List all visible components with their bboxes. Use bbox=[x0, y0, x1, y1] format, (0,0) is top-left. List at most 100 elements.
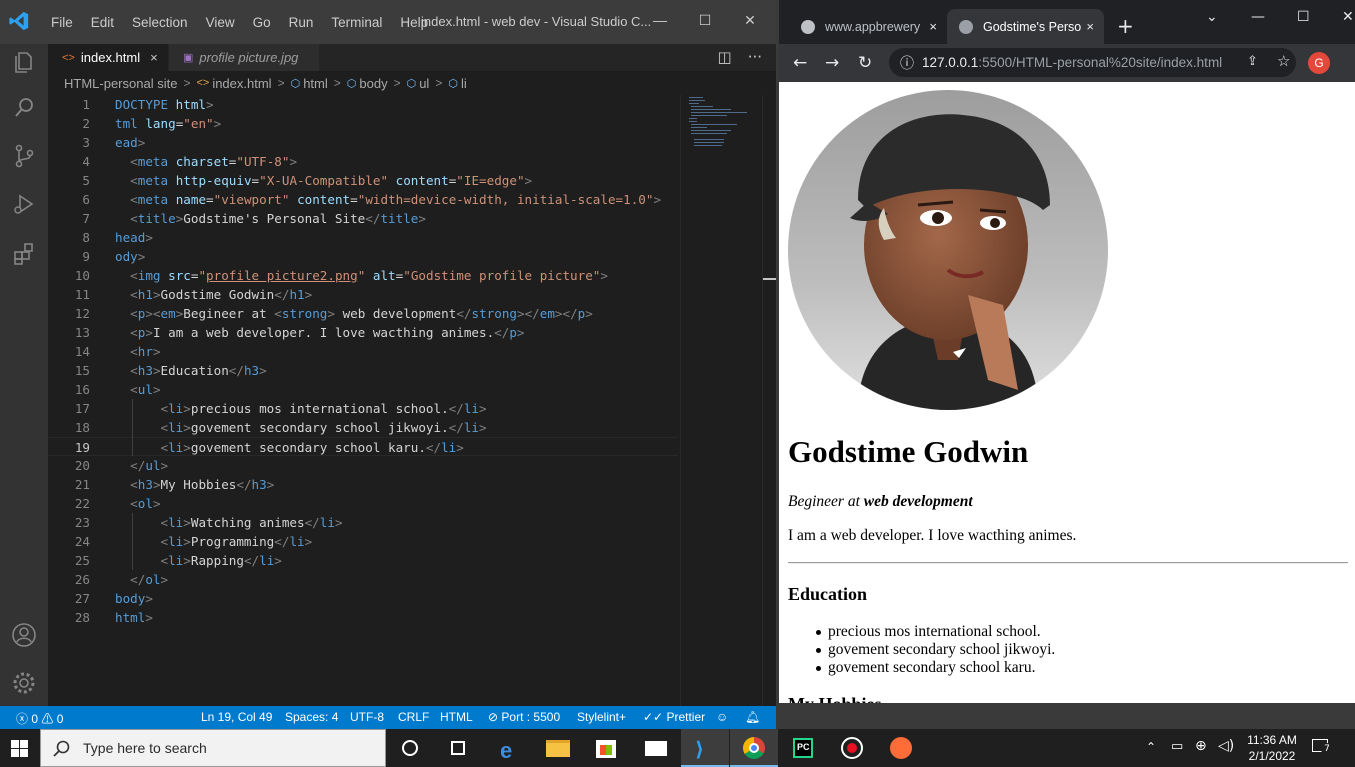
code-line[interactable]: 19 <li>govement secondary school karu.</… bbox=[48, 437, 678, 456]
battery-icon[interactable]: ▭ bbox=[1171, 739, 1183, 754]
cortana-icon[interactable] bbox=[386, 729, 434, 767]
network-globe-icon[interactable]: ⊕ bbox=[1195, 738, 1207, 754]
code-line[interactable]: 14 <hr> bbox=[48, 342, 678, 361]
code-line[interactable]: 9 ody> bbox=[48, 247, 678, 266]
code-line[interactable]: 11 <h1>Godstime Godwin</h1> bbox=[48, 285, 678, 304]
close-icon[interactable]: ✕ bbox=[742, 12, 758, 28]
menu-terminal[interactable]: Terminal bbox=[322, 15, 391, 30]
tab-close-icon[interactable]: × bbox=[150, 50, 158, 65]
taskbar-search-box[interactable]: Type here to search bbox=[40, 729, 386, 767]
tab-profile-picture[interactable]: ▣ profile picture.jpg bbox=[169, 44, 319, 71]
code-line[interactable]: 2 tml lang="en"> bbox=[48, 114, 678, 133]
code-line[interactable]: 18 <li>govement secondary school jikwoyi… bbox=[48, 418, 678, 437]
code-line[interactable]: 21 <h3>My Hobbies</h3> bbox=[48, 475, 678, 494]
volume-icon[interactable]: ◁) bbox=[1218, 738, 1234, 754]
back-arrow-icon[interactable]: ← bbox=[793, 53, 807, 73]
windows-start-icon[interactable] bbox=[11, 740, 28, 757]
record-icon[interactable] bbox=[828, 729, 876, 767]
code-line[interactable]: 25 <li>Rapping</li> bbox=[48, 551, 678, 570]
tab-search-chevron-icon[interactable]: ⌄ bbox=[1206, 9, 1218, 25]
prettier-status[interactable]: ✓✓ Prettier bbox=[643, 710, 705, 724]
code-line[interactable]: 15 <h3>Education</h3> bbox=[48, 361, 678, 380]
minimap[interactable] bbox=[680, 95, 762, 706]
code-editor[interactable]: 1 DOCTYPE html> 2 tml lang="en"> 3 ead> 4 <met… bbox=[48, 95, 678, 706]
run-debug-icon[interactable] bbox=[10, 190, 38, 218]
stylelint-status[interactable]: Stylelint+ bbox=[577, 710, 626, 724]
end-of-line[interactable]: CRLF bbox=[398, 710, 429, 724]
more-actions-icon[interactable]: ··· bbox=[748, 48, 762, 66]
menu-edit[interactable]: Edit bbox=[82, 15, 123, 30]
code-line[interactable]: 12 <p><em>Begineer at <strong> web devel… bbox=[48, 304, 678, 323]
menu-run[interactable]: Run bbox=[280, 15, 323, 30]
indentation[interactable]: Spaces: 4 bbox=[285, 710, 338, 724]
code-line[interactable]: 28 html> bbox=[48, 608, 678, 627]
file-explorer-icon[interactable] bbox=[534, 729, 582, 767]
menu-file[interactable]: File bbox=[42, 15, 82, 30]
code-line[interactable]: 17 <li>precious mos international school… bbox=[48, 399, 678, 418]
editor-scrollbar[interactable] bbox=[762, 95, 776, 706]
search-icon[interactable] bbox=[10, 94, 38, 122]
live-server-port[interactable]: ⊘ Port : 5500 bbox=[488, 710, 560, 724]
breadcrumb-html[interactable]: html bbox=[303, 76, 328, 91]
breadcrumb-ul[interactable]: ul bbox=[419, 76, 429, 91]
store-icon[interactable] bbox=[582, 729, 630, 767]
code-line[interactable]: 27 body> bbox=[48, 589, 678, 608]
share-icon[interactable]: ⇪ bbox=[1247, 53, 1258, 69]
menu-selection[interactable]: Selection bbox=[123, 15, 197, 30]
code-line[interactable]: 4 <meta charset="UTF-8"> bbox=[48, 152, 678, 171]
maximize-icon[interactable]: ☐ bbox=[1297, 9, 1310, 25]
close-icon[interactable]: ✕ bbox=[1342, 9, 1354, 25]
profile-avatar[interactable]: G bbox=[1308, 52, 1330, 74]
cursor-position[interactable]: Ln 19, Col 49 bbox=[201, 710, 272, 724]
split-editor-icon[interactable]: ◫ bbox=[718, 48, 732, 66]
extensions-icon[interactable] bbox=[10, 240, 38, 268]
browser-tab-appbrewery[interactable]: www.appbrewery × bbox=[787, 9, 947, 44]
code-line[interactable]: 20 </ul> bbox=[48, 456, 678, 475]
tab-index-html[interactable]: <> index.html × bbox=[48, 44, 168, 71]
chrome-taskbar-icon[interactable] bbox=[730, 729, 778, 767]
explorer-icon[interactable] bbox=[10, 48, 38, 76]
language-mode[interactable]: HTML bbox=[440, 710, 473, 724]
code-line[interactable]: 16 <ul> bbox=[48, 380, 678, 399]
menu-view[interactable]: View bbox=[197, 15, 244, 30]
chevron-up-icon[interactable]: ⌃ bbox=[1146, 740, 1156, 754]
source-control-icon[interactable] bbox=[10, 142, 38, 170]
bookmark-star-icon[interactable]: ☆ bbox=[1277, 52, 1290, 70]
code-line[interactable]: 24 <li>Programming</li> bbox=[48, 532, 678, 551]
vscode-taskbar-icon[interactable]: ⟩ bbox=[681, 729, 729, 767]
edge-icon[interactable]: e bbox=[486, 729, 534, 767]
new-tab-plus-icon[interactable]: + bbox=[1117, 14, 1134, 38]
breadcrumb-folder[interactable]: HTML-personal site bbox=[64, 76, 177, 91]
code-line[interactable]: 10 <img src="profile picture2.png" alt="… bbox=[48, 266, 678, 285]
maximize-icon[interactable]: ☐ bbox=[697, 12, 713, 28]
reload-icon[interactable]: ↻ bbox=[858, 53, 872, 73]
code-line[interactable]: 13 <p>I am a web developer. I love wacth… bbox=[48, 323, 678, 342]
menu-go[interactable]: Go bbox=[244, 15, 280, 30]
forward-arrow-icon[interactable]: → bbox=[825, 53, 839, 73]
breadcrumb-file[interactable]: index.html bbox=[212, 76, 271, 91]
problems-indicator[interactable]: ⓧ 0 ⚠ 0 bbox=[16, 710, 63, 727]
encoding[interactable]: UTF-8 bbox=[350, 710, 384, 724]
action-center-icon[interactable]: 7 bbox=[1310, 737, 1333, 757]
code-line[interactable]: 1 DOCTYPE html> bbox=[48, 95, 678, 114]
code-line[interactable]: 22 <ol> bbox=[48, 494, 678, 513]
minimize-icon[interactable]: — bbox=[652, 12, 668, 28]
feedback-icon[interactable]: ☺ bbox=[716, 710, 728, 724]
bell-icon[interactable]: 🔔︎ bbox=[745, 710, 760, 724]
postman-icon[interactable] bbox=[877, 729, 925, 767]
code-line[interactable]: 7 <title>Godstime's Personal Site</title… bbox=[48, 209, 678, 228]
browser-tab-active[interactable]: Godstime's Perso × bbox=[947, 9, 1104, 44]
code-line[interactable]: 26 </ol> bbox=[48, 570, 678, 589]
code-line[interactable]: 5 <meta http-equiv="X-UA-Compatible" con… bbox=[48, 171, 678, 190]
url-text[interactable]: 127.0.0.1:5500/HTML-personal%20site/inde… bbox=[922, 55, 1222, 70]
code-line[interactable]: 6 <meta name="viewport" content="width=d… bbox=[48, 190, 678, 209]
minimize-icon[interactable]: — bbox=[1251, 9, 1265, 25]
mail-icon[interactable] bbox=[632, 729, 680, 767]
code-line[interactable]: 3 ead> bbox=[48, 133, 678, 152]
account-icon[interactable] bbox=[10, 621, 38, 649]
taskbar-clock[interactable]: 11:36 AM 2/1/2022 bbox=[1237, 732, 1307, 764]
breadcrumb-li[interactable]: li bbox=[461, 76, 467, 91]
pycharm-icon[interactable]: PC bbox=[779, 729, 827, 767]
settings-gear-icon[interactable] bbox=[10, 669, 38, 697]
task-view-icon[interactable] bbox=[434, 729, 482, 767]
